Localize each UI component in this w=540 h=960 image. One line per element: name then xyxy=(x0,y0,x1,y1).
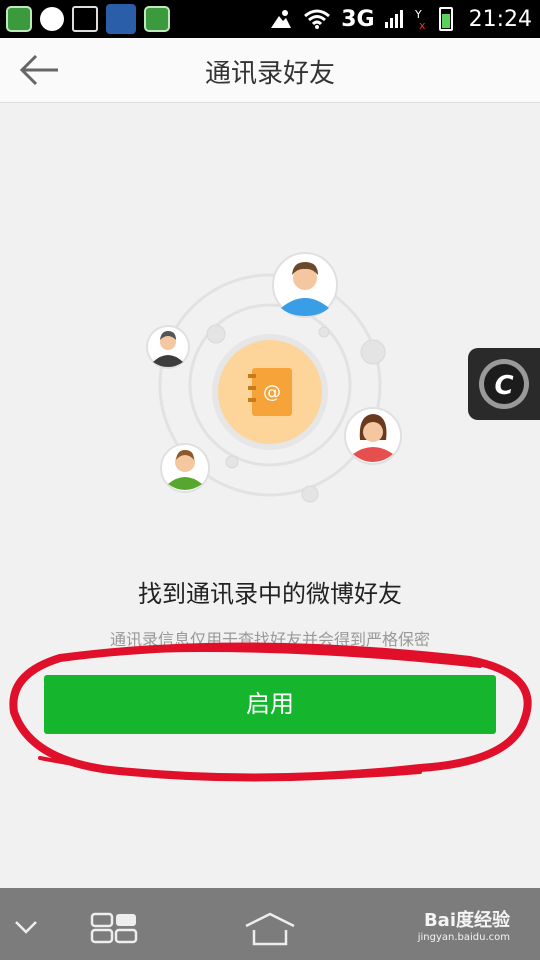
gallery-icon xyxy=(72,6,98,32)
network-type: 3G xyxy=(341,6,375,32)
floating-assist-button[interactable]: C xyxy=(468,348,540,420)
page-title: 通讯录好友 xyxy=(204,59,335,89)
battery-icon xyxy=(438,7,453,31)
orbit-dot xyxy=(206,324,226,344)
title-bar: 通讯录好友 xyxy=(0,38,540,103)
svg-text:x: x xyxy=(419,19,426,31)
contact-avatar xyxy=(272,252,338,318)
wifi-icon xyxy=(304,9,331,29)
baidu-jingyan-watermark: Bai度经验 xyxy=(423,910,510,931)
contact-avatar xyxy=(344,407,402,465)
clock: 21:24 xyxy=(468,6,532,32)
svg-text:C: C xyxy=(494,371,513,401)
home-button[interactable] xyxy=(242,910,298,948)
signal-icon xyxy=(384,10,403,28)
no-sim-icon: Y x xyxy=(414,8,426,31)
home-icon xyxy=(245,912,295,946)
enable-button[interactable]: 启用 xyxy=(44,675,496,734)
security-icon xyxy=(144,6,170,32)
contact-avatar xyxy=(146,325,190,369)
recent-apps-button[interactable] xyxy=(90,912,138,944)
orbit-dot xyxy=(301,485,319,503)
shield-icon xyxy=(6,6,32,32)
headline: 找到通讯录中的微博好友 xyxy=(138,580,402,608)
chevron-down-icon xyxy=(15,921,37,934)
contacts-illustration: @ xyxy=(146,252,402,503)
orbit-dot xyxy=(360,339,386,365)
privacy-note: 通讯录信息仅用于查找好友并会得到严格保密 xyxy=(109,630,430,649)
system-nav-bar: Bai度经验 jingyan.baidu.com xyxy=(0,888,540,960)
orbit-dot xyxy=(318,326,330,338)
orbit-dot xyxy=(225,455,239,469)
status-indicators: 3G Y x 21:24 xyxy=(269,4,532,34)
watermark-url: jingyan.baidu.com xyxy=(417,932,510,943)
weather-icon xyxy=(106,4,136,34)
collapse-button[interactable] xyxy=(10,914,42,938)
disc-icon xyxy=(40,7,64,31)
status-bar: 3G Y x 21:24 xyxy=(0,0,540,38)
svg-text:@: @ xyxy=(263,382,281,403)
contact-avatar xyxy=(160,443,210,493)
c-logo-icon: C xyxy=(479,359,529,409)
recent-apps-icon xyxy=(90,912,138,944)
notification-icons xyxy=(6,4,170,34)
address-book-icon: @ xyxy=(212,334,328,450)
mountain-icon xyxy=(271,10,292,28)
